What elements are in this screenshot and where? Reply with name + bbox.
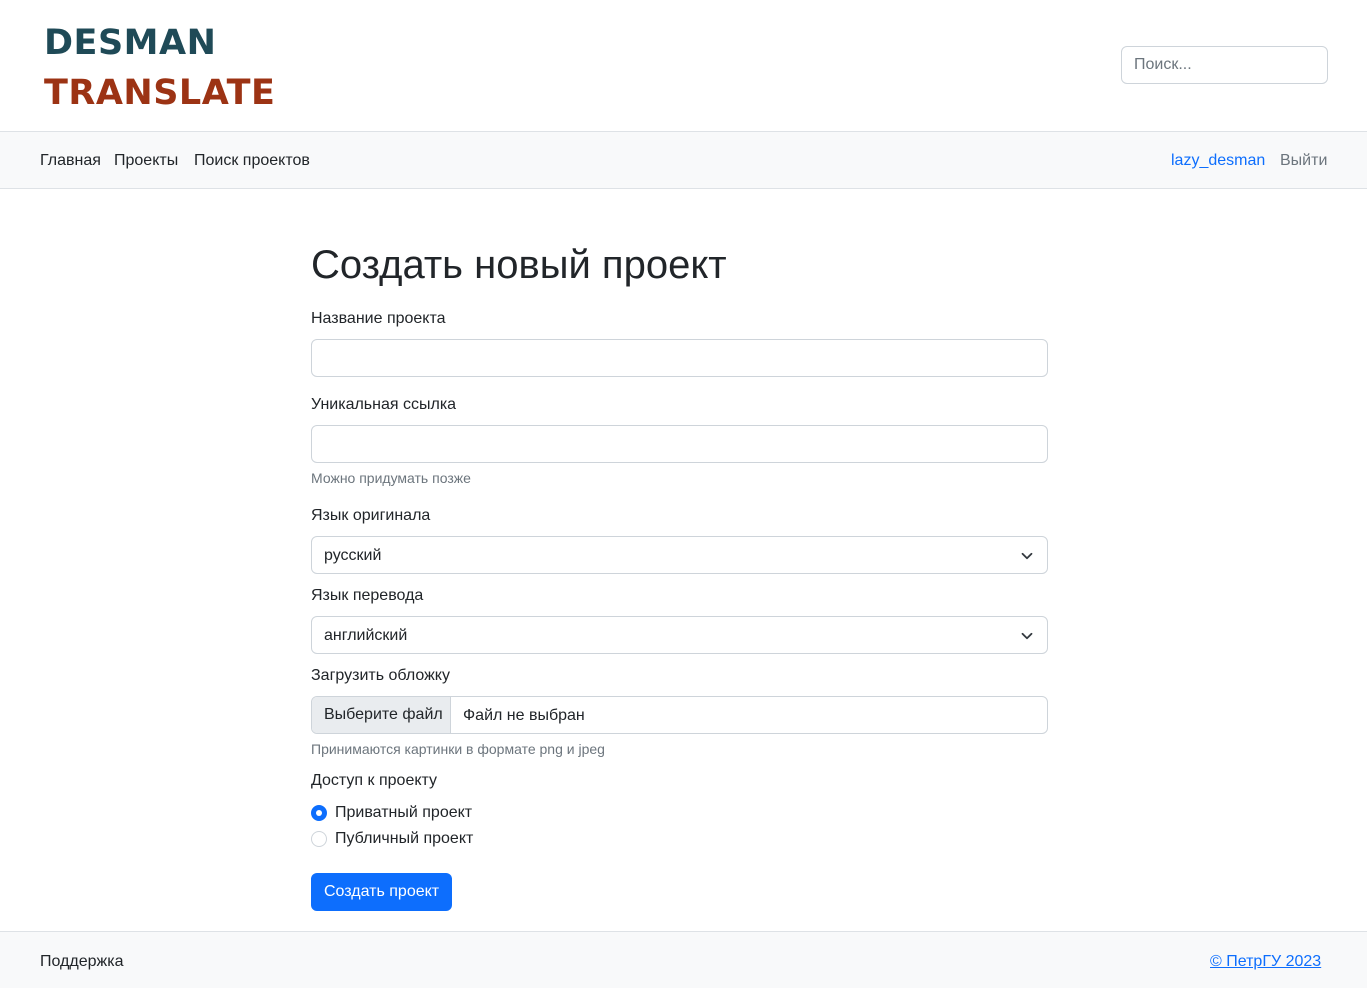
source-language-label: Язык оригинала: [311, 507, 431, 524]
cover-upload-label: Загрузить обложку: [311, 667, 450, 684]
nav-item-home[interactable]: Главная: [40, 151, 101, 171]
chevron-down-icon: [1021, 632, 1033, 640]
project-name-label: Название проекта: [311, 310, 446, 327]
cover-file-input[interactable]: Выберите файл Файл не выбран: [311, 696, 1048, 734]
nav-item-projects[interactable]: Проекты: [114, 151, 178, 171]
user-link[interactable]: lazy_desman: [1171, 151, 1265, 171]
unique-link-input[interactable]: [311, 425, 1048, 463]
unique-link-hint: Можно придумать позже: [311, 470, 471, 486]
logo-line-2: TRANSLATE: [44, 73, 276, 113]
access-label: Доступ к проекту: [311, 772, 438, 789]
logo-line-1: DESMAN: [44, 23, 217, 63]
radio-public-label[interactable]: Публичный проект: [335, 829, 473, 849]
choose-file-button[interactable]: Выберите файл: [312, 697, 451, 733]
logout-link[interactable]: Выйти: [1280, 151, 1327, 171]
site-footer: Поддержка © ПетрГУ 2023: [0, 931, 1367, 988]
radio-checked-icon[interactable]: [311, 805, 327, 821]
target-language-select[interactable]: английский: [311, 616, 1048, 654]
project-name-input[interactable]: [311, 339, 1048, 377]
page-title: Создать новый проект: [311, 243, 727, 287]
radio-unchecked-icon[interactable]: [311, 831, 327, 847]
search-input[interactable]: [1121, 46, 1328, 84]
nav-item-search-projects[interactable]: Поиск проектов: [194, 151, 310, 171]
support-link[interactable]: Поддержка: [40, 952, 123, 972]
source-language-select[interactable]: русский: [311, 536, 1048, 574]
main-navbar: Главная Проекты Поиск проектов lazy_desm…: [0, 131, 1367, 189]
logo[interactable]: DESMAN TRANSLATE: [44, 18, 275, 118]
create-project-button[interactable]: Создать проект: [311, 873, 453, 911]
site-header: DESMAN TRANSLATE: [0, 0, 1367, 131]
cover-upload-hint: Принимаются картинки в формате png и jpe…: [311, 741, 605, 757]
copyright-link[interactable]: © ПетрГУ 2023: [1210, 952, 1321, 972]
source-language-value: русский: [324, 547, 382, 564]
target-language-value: английский: [324, 627, 408, 644]
chevron-down-icon: [1021, 552, 1033, 560]
file-name-status: Файл не выбран: [463, 707, 585, 724]
radio-private-label[interactable]: Приватный проект: [335, 803, 472, 823]
unique-link-label: Уникальная ссылка: [311, 396, 457, 413]
target-language-label: Язык перевода: [311, 587, 424, 604]
